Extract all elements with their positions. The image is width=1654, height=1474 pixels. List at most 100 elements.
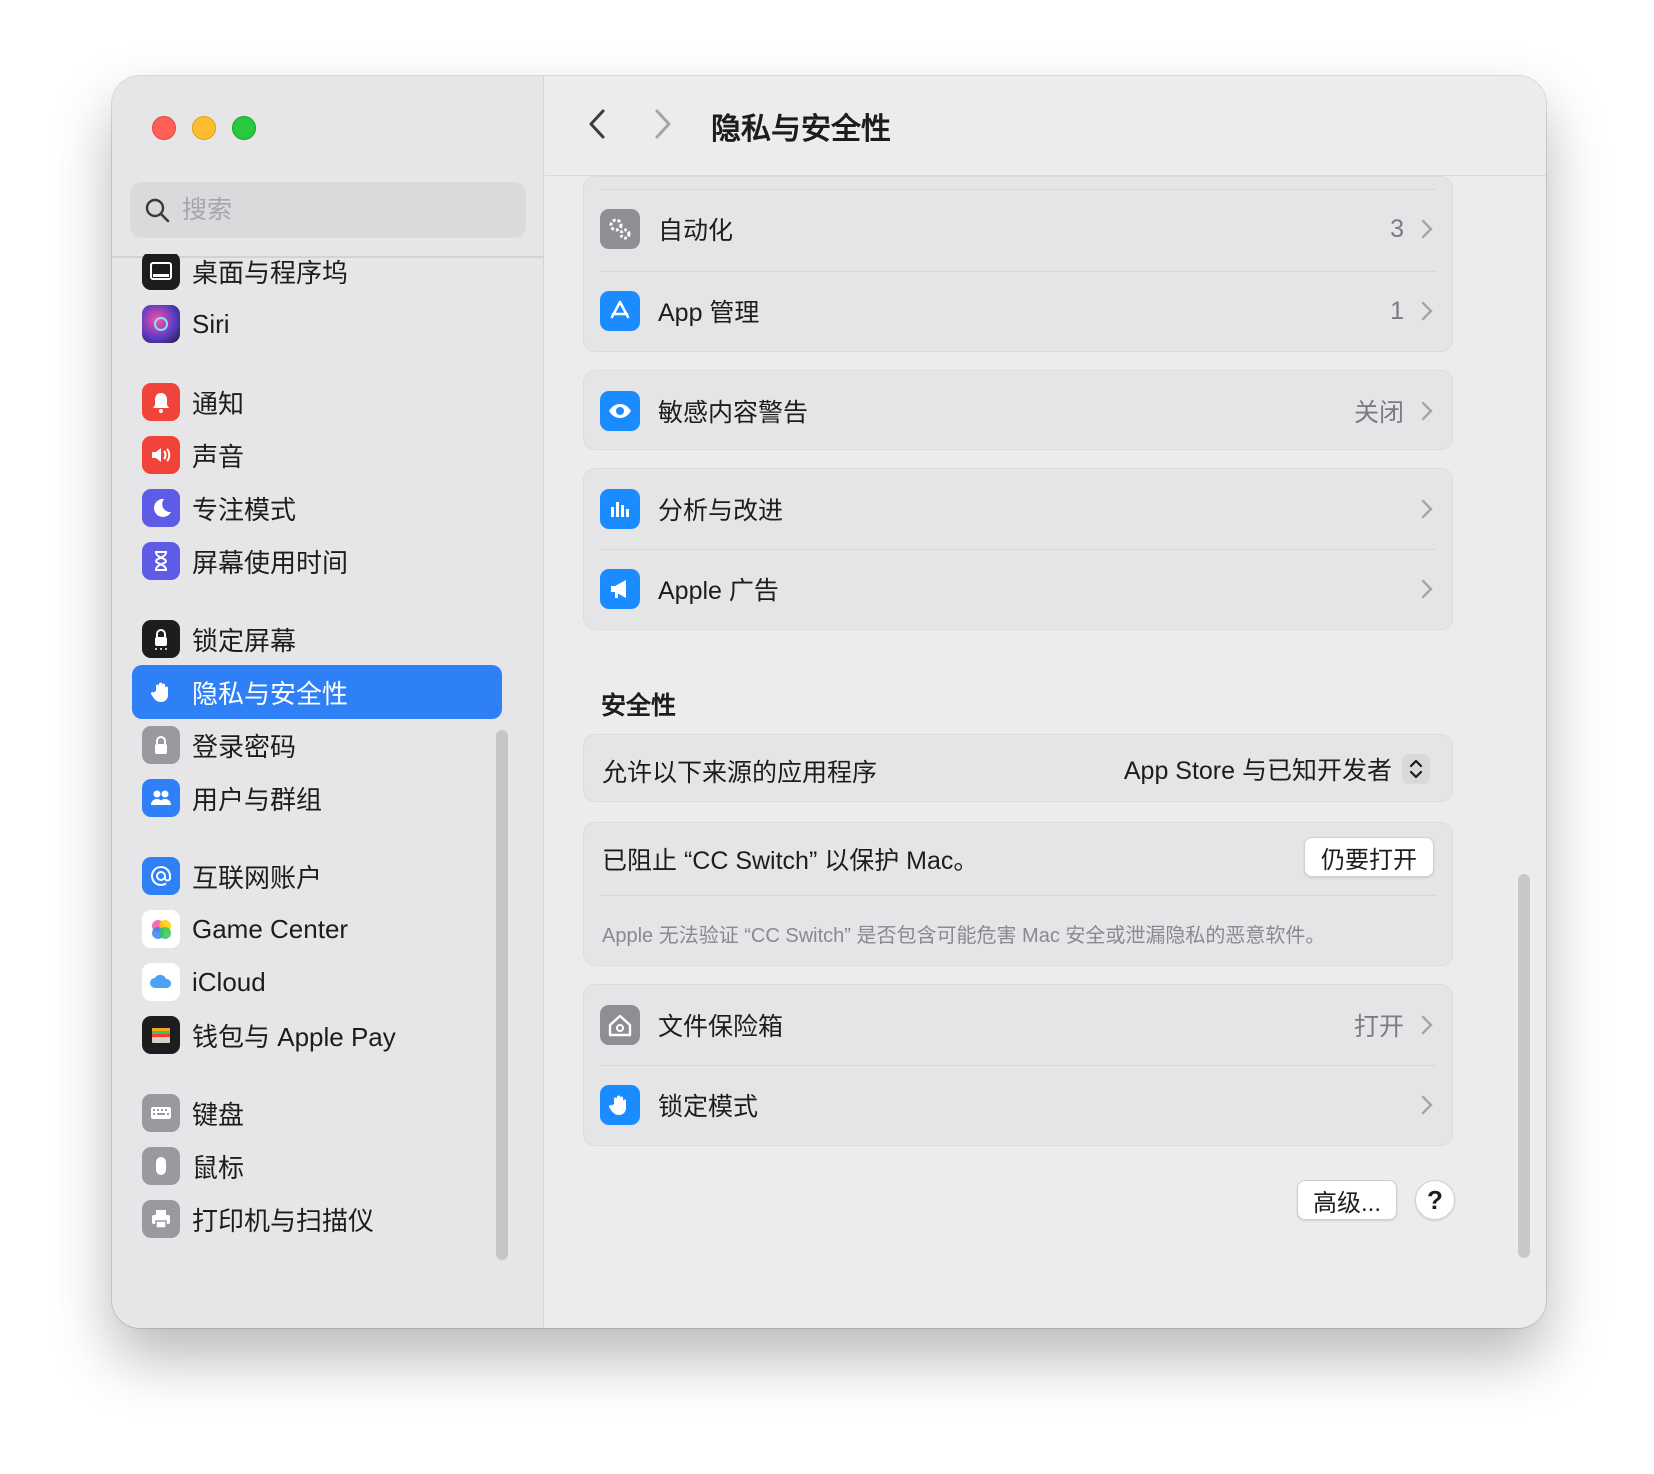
bell-icon	[142, 383, 180, 421]
app-management-row[interactable]: App 管理 1	[584, 271, 1452, 351]
sidebar-item-icloud[interactable]: iCloud	[132, 955, 502, 1009]
chevron-right-icon	[1421, 219, 1433, 239]
privacy-card-2: 敏感内容警告 关闭	[583, 370, 1453, 450]
sidebar-item-keyboard[interactable]: 键盘	[132, 1086, 502, 1140]
sidebar-item-label: 隐私与安全性	[192, 678, 349, 709]
settings-window: 桌面与程序坞 Siri 通知 声音	[112, 76, 1546, 1328]
hand-icon	[142, 673, 180, 711]
app-management-label: App 管理	[658, 299, 760, 327]
sidebar-item-label: 打印机与扫描仪	[192, 1205, 375, 1236]
row-divider	[600, 895, 1436, 896]
sidebar-item-notifications[interactable]: 通知	[132, 375, 502, 429]
chevron-right-icon	[1421, 301, 1433, 321]
chevron-right-icon	[655, 109, 671, 139]
chevron-right-icon	[1421, 1015, 1433, 1035]
chevron-right-icon	[1421, 401, 1433, 421]
sidebar-item-label: Game Center	[192, 913, 349, 944]
back-button[interactable]	[577, 104, 617, 144]
automation-count: 3	[1390, 214, 1404, 243]
sensitive-content-label: 敏感内容警告	[658, 399, 809, 427]
house-lock-icon	[600, 1005, 640, 1045]
cloud-icon	[142, 963, 180, 1001]
forward-button[interactable]	[643, 104, 683, 144]
blocked-app-message: 已阻止 “CC Switch” 以保护 Mac。	[602, 847, 979, 875]
eye-icon	[600, 391, 640, 431]
sidebar-item-label: 互联网账户	[192, 862, 323, 893]
sidebar-item-lock-screen[interactable]: 锁定屏幕	[132, 612, 502, 666]
app-store-icon	[600, 291, 640, 331]
main-pane: 隐私与安全性 自动化 3 App 管理 1 敏感内容警告 关闭 分析与改进 Ap…	[545, 76, 1546, 1328]
sensitive-content-row[interactable]: 敏感内容警告 关闭	[584, 371, 1452, 451]
page-title: 隐私与安全性	[711, 113, 891, 146]
minimize-window-button[interactable]	[192, 116, 216, 140]
sidebar-item-label: 键盘	[192, 1099, 245, 1130]
sidebar-item-game-center[interactable]: Game Center	[132, 902, 502, 956]
search-field[interactable]	[130, 182, 526, 238]
sidebar: 桌面与程序坞 Siri 通知 声音	[112, 76, 544, 1328]
sidebar-item-desktop-dock[interactable]: 桌面与程序坞	[132, 254, 502, 298]
moon-icon	[142, 489, 180, 527]
sidebar-item-label: iCloud	[192, 966, 266, 997]
sidebar-item-siri[interactable]: Siri	[132, 297, 502, 351]
close-window-button[interactable]	[152, 116, 176, 140]
open-anyway-button[interactable]: 仍要打开	[1304, 837, 1434, 877]
allow-apps-popup[interactable]: App Store 与已知开发者	[1124, 753, 1430, 785]
chevron-left-icon	[589, 109, 605, 139]
sidebar-scrollbar[interactable]	[496, 730, 508, 1260]
window-controls	[152, 116, 256, 140]
sidebar-item-users-groups[interactable]: 用户与群组	[132, 771, 502, 825]
chevron-right-icon	[1421, 579, 1433, 599]
app-management-count: 1	[1390, 296, 1404, 325]
automation-label: 自动化	[658, 217, 734, 245]
sidebar-item-label: 用户与群组	[192, 784, 323, 815]
at-icon	[142, 857, 180, 895]
sidebar-item-wallet[interactable]: 钱包与 Apple Pay	[132, 1008, 502, 1062]
hourglass-icon	[142, 542, 180, 580]
sidebar-item-label: 桌面与程序坞	[192, 257, 349, 288]
allow-apps-label: 允许以下来源的应用程序	[602, 759, 878, 787]
filevault-status: 打开	[1353, 1013, 1404, 1041]
sidebar-item-label: 锁定屏幕	[192, 625, 297, 656]
privacy-card-1: 自动化 3 App 管理 1	[583, 176, 1453, 352]
lockdown-row[interactable]: 锁定模式	[584, 1065, 1452, 1145]
sidebar-item-sound[interactable]: 声音	[132, 428, 502, 482]
sidebar-item-screen-time[interactable]: 屏幕使用时间	[132, 534, 502, 588]
sidebar-item-label: 钱包与 Apple Pay	[192, 1021, 396, 1052]
sidebar-item-focus[interactable]: 专注模式	[132, 481, 502, 535]
analytics-label: 分析与改进	[658, 497, 784, 525]
main-scrollbar[interactable]	[1518, 874, 1530, 1258]
analytics-row[interactable]: 分析与改进	[584, 469, 1452, 549]
sidebar-item-label: 通知	[192, 388, 245, 419]
help-button[interactable]: ?	[1415, 1180, 1455, 1220]
security-card-blocked: 已阻止 “CC Switch” 以保护 Mac。 仍要打开 Apple 无法验证…	[583, 822, 1453, 966]
sidebar-list: 桌面与程序坞 Siri 通知 声音 专注模式 屏幕使用时间 锁定屏幕 隐私与安全…	[112, 254, 544, 1324]
zoom-window-button[interactable]	[232, 116, 256, 140]
sidebar-item-login-password[interactable]: 登录密码	[132, 718, 502, 772]
security-section-title: 安全性	[601, 692, 677, 720]
printer-icon	[142, 1200, 180, 1238]
sidebar-item-privacy-security[interactable]: 隐私与安全性	[132, 665, 502, 719]
chevron-right-icon	[1421, 1095, 1433, 1115]
game-center-icon	[142, 910, 180, 948]
sidebar-item-mouse[interactable]: 鼠标	[132, 1139, 502, 1193]
sidebar-item-label: 鼠标	[192, 1152, 245, 1183]
sidebar-item-label: Siri	[192, 308, 230, 339]
speaker-icon	[142, 436, 180, 474]
apple-ads-row[interactable]: Apple 广告	[584, 549, 1452, 629]
filevault-row[interactable]: 文件保险箱 打开	[584, 985, 1452, 1065]
search-input[interactable]	[182, 195, 502, 225]
keyboard-icon	[142, 1094, 180, 1132]
hand-raised-icon	[600, 1085, 640, 1125]
users-icon	[142, 779, 180, 817]
automation-row[interactable]: 自动化 3	[584, 189, 1452, 269]
sidebar-item-printers[interactable]: 打印机与扫描仪	[132, 1192, 502, 1246]
sidebar-item-internet-accounts[interactable]: 互联网账户	[132, 849, 502, 903]
security-card-allow-apps: 允许以下来源的应用程序 App Store 与已知开发者	[583, 734, 1453, 802]
sidebar-item-label: 屏幕使用时间	[192, 547, 349, 578]
sidebar-item-label: 登录密码	[192, 731, 297, 762]
mouse-icon	[142, 1147, 180, 1185]
chevron-right-icon	[1421, 499, 1433, 519]
toolbar: 隐私与安全性	[545, 76, 1546, 176]
chart-icon	[600, 489, 640, 529]
advanced-button[interactable]: 高级...	[1297, 1180, 1397, 1220]
